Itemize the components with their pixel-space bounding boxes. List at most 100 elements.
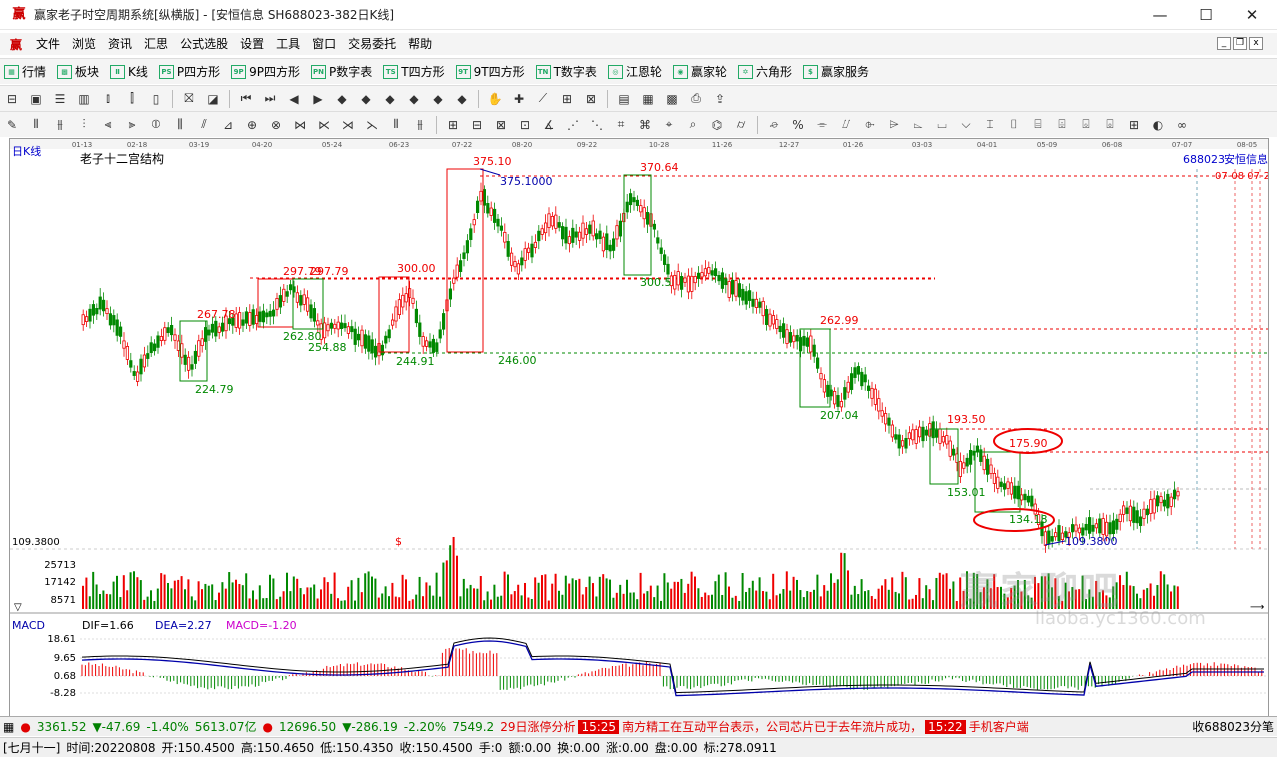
draw-tool-25-icon[interactable]: ⋱ xyxy=(587,116,607,134)
save-icon[interactable]: ▩ xyxy=(662,90,682,108)
draw-tool-33-icon[interactable]: % xyxy=(788,116,808,134)
print-icon[interactable]: ⎙ xyxy=(686,90,706,108)
draw-tool-35-icon[interactable]: ⌰ xyxy=(836,116,856,134)
toolbar-t-table-button[interactable]: TN T数字表 xyxy=(532,63,604,80)
menu-browse[interactable]: 浏览 xyxy=(66,33,102,55)
draw-tool-21-icon[interactable]: ⊠ xyxy=(491,116,511,134)
draw-tool-5-icon[interactable]: ⫷ xyxy=(98,116,118,134)
draw-tool-28-icon[interactable]: ⌖ xyxy=(659,116,679,134)
toolbar-kline-button[interactable]: Ⅱ K线 xyxy=(106,63,155,80)
stat-icon[interactable]: ⊠ xyxy=(581,90,601,108)
ohlc-icon[interactable]: ⫿ xyxy=(122,90,142,108)
mdi-close-button[interactable]: x xyxy=(1249,37,1263,50)
chart-type-icon[interactable]: ▣ xyxy=(26,90,46,108)
draw-tool-26-icon[interactable]: ⌗ xyxy=(611,116,631,134)
export-icon[interactable]: ⇪ xyxy=(710,90,730,108)
mobile-client-link[interactable]: 手机客户端 xyxy=(966,718,1032,735)
toolbar-p-square-button[interactable]: PS P四方形 xyxy=(155,63,227,80)
bar-icon[interactable]: ▥ xyxy=(74,90,94,108)
cross-icon[interactable]: ✚ xyxy=(509,90,529,108)
last-icon[interactable]: ⏭ xyxy=(260,90,280,108)
draw-tool-48-icon[interactable]: ◐ xyxy=(1148,116,1168,134)
toolbar-wheel-button[interactable]: ◎ 江恩轮 xyxy=(604,63,669,80)
draw-tool-20-icon[interactable]: ⊟ xyxy=(467,116,487,134)
draw-tool-36-icon[interactable]: ⌱ xyxy=(860,116,880,134)
news-ticker[interactable]: 南方精工在互动平台表示，公司芯片已于去年流片成功， xyxy=(619,718,925,735)
draw-tool-2-icon[interactable]: ⫴ xyxy=(26,116,46,134)
menu-trade[interactable]: 交易委托 xyxy=(342,33,402,55)
toolbar-9p-square-button[interactable]: 9P 9P四方形 xyxy=(227,63,307,80)
right-icon[interactable]: ▶ xyxy=(308,90,328,108)
draw-tool-14-icon[interactable]: ⋉ xyxy=(314,116,334,134)
toolbar-p-table-button[interactable]: PN P数字表 xyxy=(307,63,379,80)
draw-tool-19-icon[interactable]: ⊞ xyxy=(443,116,463,134)
diamond4-icon[interactable]: ◆ xyxy=(404,90,424,108)
draw-tool-1-icon[interactable]: ✎ xyxy=(2,116,22,134)
draw-tool-16-icon[interactable]: ⋋ xyxy=(362,116,382,134)
draw-tool-3-icon[interactable]: ⫵ xyxy=(50,116,70,134)
news-title[interactable]: 29日涨停分析 xyxy=(497,718,578,735)
menu-window[interactable]: 窗口 xyxy=(306,33,342,55)
draw-tool-45-icon[interactable]: ⌺ xyxy=(1076,116,1096,134)
draw-tool-15-icon[interactable]: ⋊ xyxy=(338,116,358,134)
close-button[interactable]: ✕ xyxy=(1229,0,1275,30)
chart-area[interactable]: 01-13 02-18 03-19 04-20 05-24 06-23 07-22 08-20… xyxy=(9,138,1269,718)
menu-huisi[interactable]: 汇思 xyxy=(138,33,174,55)
tick-detail-label[interactable]: 收688023分笔 xyxy=(1189,718,1277,735)
toolbar-9t-square-button[interactable]: 9T 9T四方形 xyxy=(452,63,532,80)
toolbar-dollar-button[interactable]: $ 赢家服务 xyxy=(799,63,876,80)
draw-tool-4-icon[interactable]: ⫶ xyxy=(74,116,94,134)
toolbar-winner-wheel-button[interactable]: ◉ 赢家轮 xyxy=(669,63,734,80)
draw-tool-40-icon[interactable]: ⌵ xyxy=(956,116,976,134)
draw-tool-27-icon[interactable]: ⌘ xyxy=(635,116,655,134)
restore-icon[interactable]: ⛝ xyxy=(179,90,199,108)
minimize-button[interactable]: — xyxy=(1137,0,1183,30)
diamond5-icon[interactable]: ◆ xyxy=(428,90,448,108)
draw-tool-18-icon[interactable]: ⫵ xyxy=(410,116,430,134)
grid-icon[interactable]: ▦ xyxy=(638,90,658,108)
draw-tool-12-icon[interactable]: ⊗ xyxy=(266,116,286,134)
menu-help[interactable]: 帮助 xyxy=(402,33,438,55)
first-icon[interactable]: ⏮ xyxy=(236,90,256,108)
kline-chart[interactable]: 01-13 02-18 03-19 04-20 05-24 06-23 07-22 08-20… xyxy=(10,139,1269,718)
draw-tool-31-icon[interactable]: ⌭ xyxy=(731,116,751,134)
draw-tool-46-icon[interactable]: ⌻ xyxy=(1100,116,1120,134)
draw-tool-44-icon[interactable]: ⌹ xyxy=(1052,116,1072,134)
draw-tool-24-icon[interactable]: ⋰ xyxy=(563,116,583,134)
scroll-icon[interactable]: ⟶ xyxy=(1250,602,1264,613)
trend-icon[interactable]: ⟋ xyxy=(533,90,553,108)
draw-tool-49-icon[interactable]: ∞ xyxy=(1172,116,1192,134)
menu-formula[interactable]: 公式选股 xyxy=(174,33,234,55)
mdi-minimize-button[interactable]: _ xyxy=(1217,37,1231,50)
layout-icon[interactable]: ⊟ xyxy=(2,90,22,108)
calc-icon[interactable]: ⊞ xyxy=(557,90,577,108)
signal-icon[interactable]: ◪ xyxy=(203,90,223,108)
draw-tool-6-icon[interactable]: ⫸ xyxy=(122,116,142,134)
draw-tool-34-icon[interactable]: ⌯ xyxy=(812,116,832,134)
draw-tool-38-icon[interactable]: ⌳ xyxy=(908,116,928,134)
draw-tool-13-icon[interactable]: ⋈ xyxy=(290,116,310,134)
left-icon[interactable]: ◀ xyxy=(284,90,304,108)
draw-tool-8-icon[interactable]: ⫼ xyxy=(170,116,190,134)
draw-tool-7-icon[interactable]: ⦶ xyxy=(146,116,166,134)
menu-tools[interactable]: 工具 xyxy=(270,33,306,55)
toolbar-market-button[interactable]: ▦ 行情 xyxy=(0,63,53,80)
draw-tool-47-icon[interactable]: ⊞ xyxy=(1124,116,1144,134)
draw-tool-22-icon[interactable]: ⊡ xyxy=(515,116,535,134)
calendar-icon[interactable]: ▤ xyxy=(614,90,634,108)
mdi-restore-button[interactable]: ❐ xyxy=(1233,37,1247,50)
toolbar-t-square-button[interactable]: TS T四方形 xyxy=(379,63,451,80)
draw-tool-32-icon[interactable]: ⌮ xyxy=(764,116,784,134)
draw-tool-42-icon[interactable]: ⌷ xyxy=(1004,116,1024,134)
menu-file[interactable]: 文件 xyxy=(30,33,66,55)
draw-tool-11-icon[interactable]: ⊕ xyxy=(242,116,262,134)
diamond3-icon[interactable]: ◆ xyxy=(380,90,400,108)
menu-info[interactable]: 资讯 xyxy=(102,33,138,55)
expand-icon[interactable]: ▽ xyxy=(14,602,22,613)
draw-tool-10-icon[interactable]: ⊿ xyxy=(218,116,238,134)
candle-icon[interactable]: ⫾ xyxy=(98,90,118,108)
maximize-button[interactable]: ☐ xyxy=(1183,0,1229,30)
draw-tool-39-icon[interactable]: ⌴ xyxy=(932,116,952,134)
draw-tool-43-icon[interactable]: ⌸ xyxy=(1028,116,1048,134)
toolbar-sector-button[interactable]: ▩ 板块 xyxy=(53,63,106,80)
